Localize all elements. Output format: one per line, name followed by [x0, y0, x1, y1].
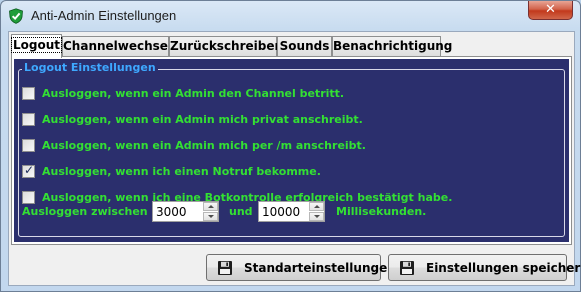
tab-channelwechsel[interactable]: Channelwechsel: [62, 36, 173, 56]
tab-sounds[interactable]: Sounds: [277, 36, 332, 56]
tab-benachrichtigung[interactable]: Benachrichtigung: [332, 36, 452, 56]
spin-up-button[interactable]: [203, 202, 218, 211]
settings-window: Anti-Admin Einstellungen ✕ Logout Channe…: [0, 0, 581, 292]
close-icon: ✕: [545, 2, 556, 17]
min-delay-stepper[interactable]: [152, 201, 219, 222]
button-label: Standarteinstellungen: [244, 260, 396, 275]
option-label: Ausloggen, wenn ich einen Notruf bekomme…: [42, 164, 321, 178]
min-delay-input[interactable]: [155, 203, 202, 220]
option-label: Ausloggen, wenn ein Admin mich privat an…: [42, 112, 363, 126]
option-label: Ausloggen, wenn ein Admin den Channel be…: [42, 86, 345, 100]
tab-logout[interactable]: Logout: [10, 34, 63, 58]
logout-settings-group: Logout Einstellungen Ausloggen, wenn ein…: [14, 59, 569, 242]
option-emergency-call[interactable]: ✓ Ausloggen, wenn ich einen Notruf bekom…: [22, 163, 321, 179]
checkbox-checked[interactable]: ✓: [22, 162, 35, 178]
tab-label: Zurückschreiben: [170, 39, 284, 53]
option-admin-m-message[interactable]: Ausloggen, wenn ein Admin mich per /m an…: [22, 137, 366, 153]
option-label: Ausloggen, wenn ein Admin mich per /m an…: [42, 138, 366, 152]
range-suffix-label: Millisekunden.: [336, 205, 427, 218]
logout-delay-range: Ausloggen zwischen und Millisekunden.: [22, 201, 442, 223]
floppy-disk-icon: [400, 260, 414, 275]
spin-down-button[interactable]: [203, 212, 218, 221]
checkbox[interactable]: [22, 138, 35, 152]
tab-label: Benachrichtigung: [333, 39, 453, 53]
checkbox[interactable]: [22, 112, 35, 126]
tab-label: Sounds: [279, 39, 330, 53]
max-delay-input[interactable]: [261, 203, 308, 220]
title-bar[interactable]: Anti-Admin Einstellungen ✕: [1, 1, 580, 31]
shield-check-icon: [9, 8, 23, 24]
button-label: Einstellungen speichern: [426, 260, 581, 275]
checkbox[interactable]: [22, 86, 35, 100]
restore-defaults-button[interactable]: Standarteinstellungen: [206, 254, 396, 281]
close-button[interactable]: ✕: [528, 1, 573, 20]
tab-panel-logout: Logout Einstellungen Ausloggen, wenn ein…: [11, 56, 572, 245]
floppy-disk-icon: [218, 260, 232, 275]
spin-down-button[interactable]: [309, 212, 324, 221]
tab-label: Logout: [10, 37, 63, 53]
group-title: Logout Einstellungen: [22, 61, 158, 74]
tab-zurueckschreiben[interactable]: Zurückschreiben: [169, 36, 283, 56]
spin-up-button[interactable]: [309, 202, 324, 211]
option-admin-enters-channel[interactable]: Ausloggen, wenn ein Admin den Channel be…: [22, 85, 344, 101]
checkmark-icon: ✓: [24, 162, 35, 177]
range-conjunction-label: und: [229, 205, 253, 218]
window-title: Anti-Admin Einstellungen: [31, 8, 177, 23]
range-prefix-label: Ausloggen zwischen: [22, 205, 148, 218]
max-delay-stepper[interactable]: [258, 201, 325, 222]
dialog-client-area: Logout Channelwechsel Zurückschreiben So…: [8, 31, 581, 286]
tab-label: Channelwechsel: [63, 39, 173, 53]
save-settings-button[interactable]: Einstellungen speichern: [388, 254, 581, 281]
option-admin-private-message[interactable]: Ausloggen, wenn ein Admin mich privat an…: [22, 111, 363, 127]
